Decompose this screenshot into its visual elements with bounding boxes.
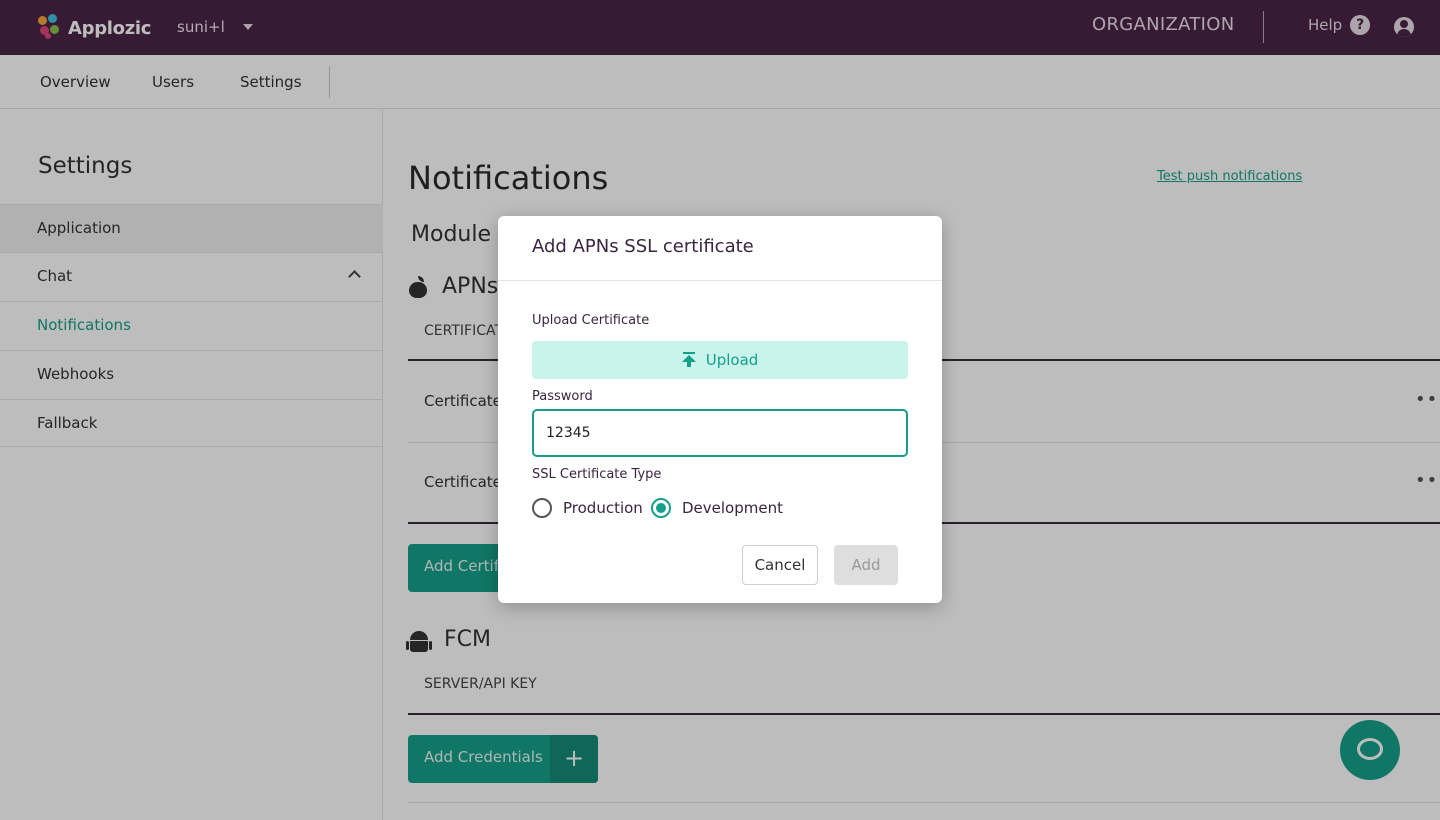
radio-production-label: Production (563, 499, 643, 517)
radio-development[interactable]: Development (651, 498, 783, 518)
upload-button-label: Upload (705, 351, 759, 369)
add-button[interactable]: Add (834, 545, 898, 585)
cancel-button[interactable]: Cancel (742, 545, 818, 585)
dialog-header-divider (498, 280, 942, 281)
dialog-title: Add APNs SSL certificate (532, 236, 754, 257)
password-input[interactable] (532, 409, 908, 457)
radio-production[interactable]: Production (532, 498, 643, 518)
upload-button[interactable]: Upload (532, 341, 908, 379)
radio-unchecked-icon[interactable] (532, 498, 552, 518)
password-label: Password (532, 389, 593, 404)
upload-certificate-label: Upload Certificate (532, 313, 650, 328)
add-apns-certificate-dialog: Add APNs SSL certificate Upload Certific… (498, 216, 942, 603)
upload-icon (681, 352, 696, 368)
ssl-type-label: SSL Certificate Type (532, 467, 662, 482)
radio-development-label: Development (682, 499, 783, 517)
radio-checked-icon[interactable] (651, 498, 671, 518)
